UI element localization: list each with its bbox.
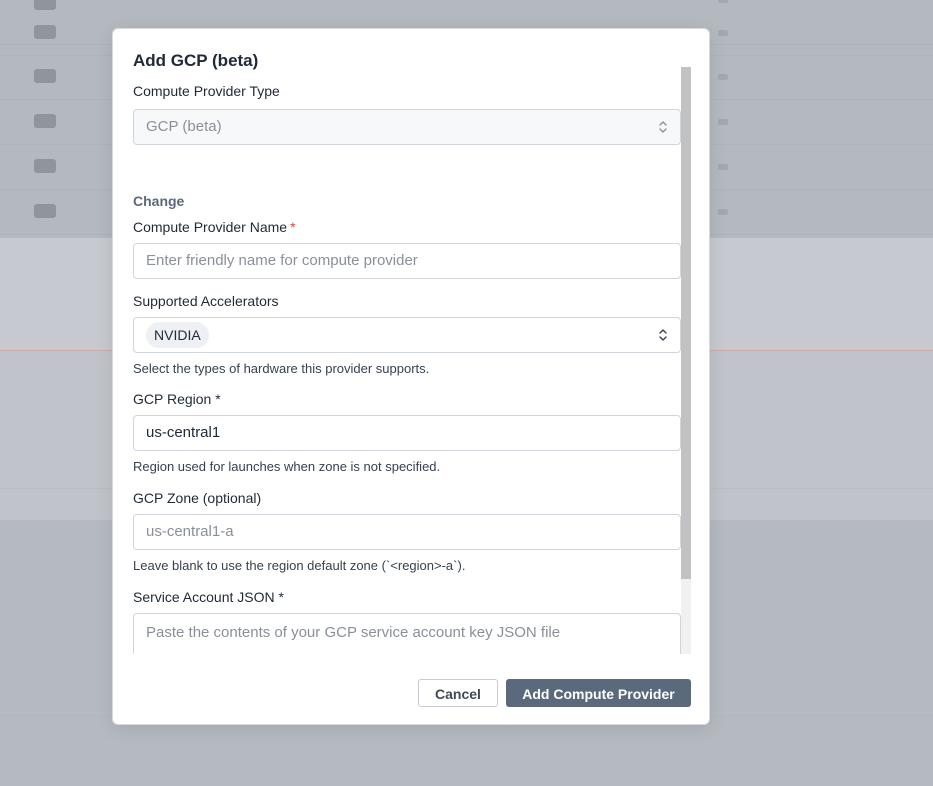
row-indicator xyxy=(718,119,728,125)
supported-accelerators-help: Select the types of hardware this provid… xyxy=(133,361,430,376)
chevron-updown-icon xyxy=(659,121,667,133)
row-indicator xyxy=(718,30,728,36)
compute-provider-name-label: Compute Provider Name * xyxy=(133,219,296,235)
compute-provider-type-label: Compute Provider Type xyxy=(133,83,280,99)
row-icon xyxy=(34,114,56,128)
change-provider-type-link[interactable]: Change xyxy=(133,193,184,209)
dialog-scrollbar-thumb[interactable] xyxy=(681,67,691,579)
dialog-body: Compute Provider Type GCP (beta) Change … xyxy=(113,67,691,654)
gcp-region-label: GCP Region * xyxy=(133,391,221,407)
gcp-region-value: us-central1 xyxy=(146,424,221,441)
required-asterisk: * xyxy=(290,219,296,235)
row-indicator xyxy=(718,74,728,80)
compute-provider-name-input[interactable]: Enter friendly name for compute provider xyxy=(133,243,681,279)
gcp-zone-placeholder: us-central1-a xyxy=(146,523,234,540)
chevron-updown-icon xyxy=(659,329,667,341)
service-account-json-label: Service Account JSON * xyxy=(133,589,284,605)
accelerator-chip-nvidia[interactable]: NVIDIA xyxy=(146,322,209,348)
row-icon xyxy=(34,25,56,39)
add-compute-provider-dialog: Add GCP (beta) Compute Provider Type GCP… xyxy=(112,28,710,725)
gcp-region-input[interactable]: us-central1 xyxy=(133,415,681,451)
row-indicator xyxy=(718,209,728,215)
supported-accelerators-select[interactable]: NVIDIA xyxy=(133,317,681,353)
compute-provider-name-label-text: Compute Provider Name xyxy=(133,219,288,235)
add-compute-provider-button[interactable]: Add Compute Provider xyxy=(506,679,691,707)
compute-provider-name-placeholder: Enter friendly name for compute provider xyxy=(146,252,418,269)
service-account-json-textarea[interactable]: Paste the contents of your GCP service a… xyxy=(133,613,681,654)
row-icon xyxy=(34,204,56,218)
compute-provider-type-value: GCP (beta) xyxy=(146,118,222,135)
service-account-json-placeholder: Paste the contents of your GCP service a… xyxy=(146,624,561,641)
gcp-region-help: Region used for launches when zone is no… xyxy=(133,459,441,474)
gcp-zone-input[interactable]: us-central1-a xyxy=(133,514,681,550)
row-indicator xyxy=(718,0,728,3)
gcp-zone-label: GCP Zone (optional) xyxy=(133,490,262,506)
row-indicator xyxy=(718,164,728,170)
row-icon xyxy=(34,159,56,173)
compute-provider-type-select: GCP (beta) xyxy=(133,109,681,145)
cancel-button[interactable]: Cancel xyxy=(418,679,498,707)
supported-accelerators-label: Supported Accelerators xyxy=(133,293,279,309)
gcp-zone-help: Leave blank to use the region default zo… xyxy=(133,558,466,573)
row-icon xyxy=(34,69,56,83)
row-icon xyxy=(34,0,56,10)
